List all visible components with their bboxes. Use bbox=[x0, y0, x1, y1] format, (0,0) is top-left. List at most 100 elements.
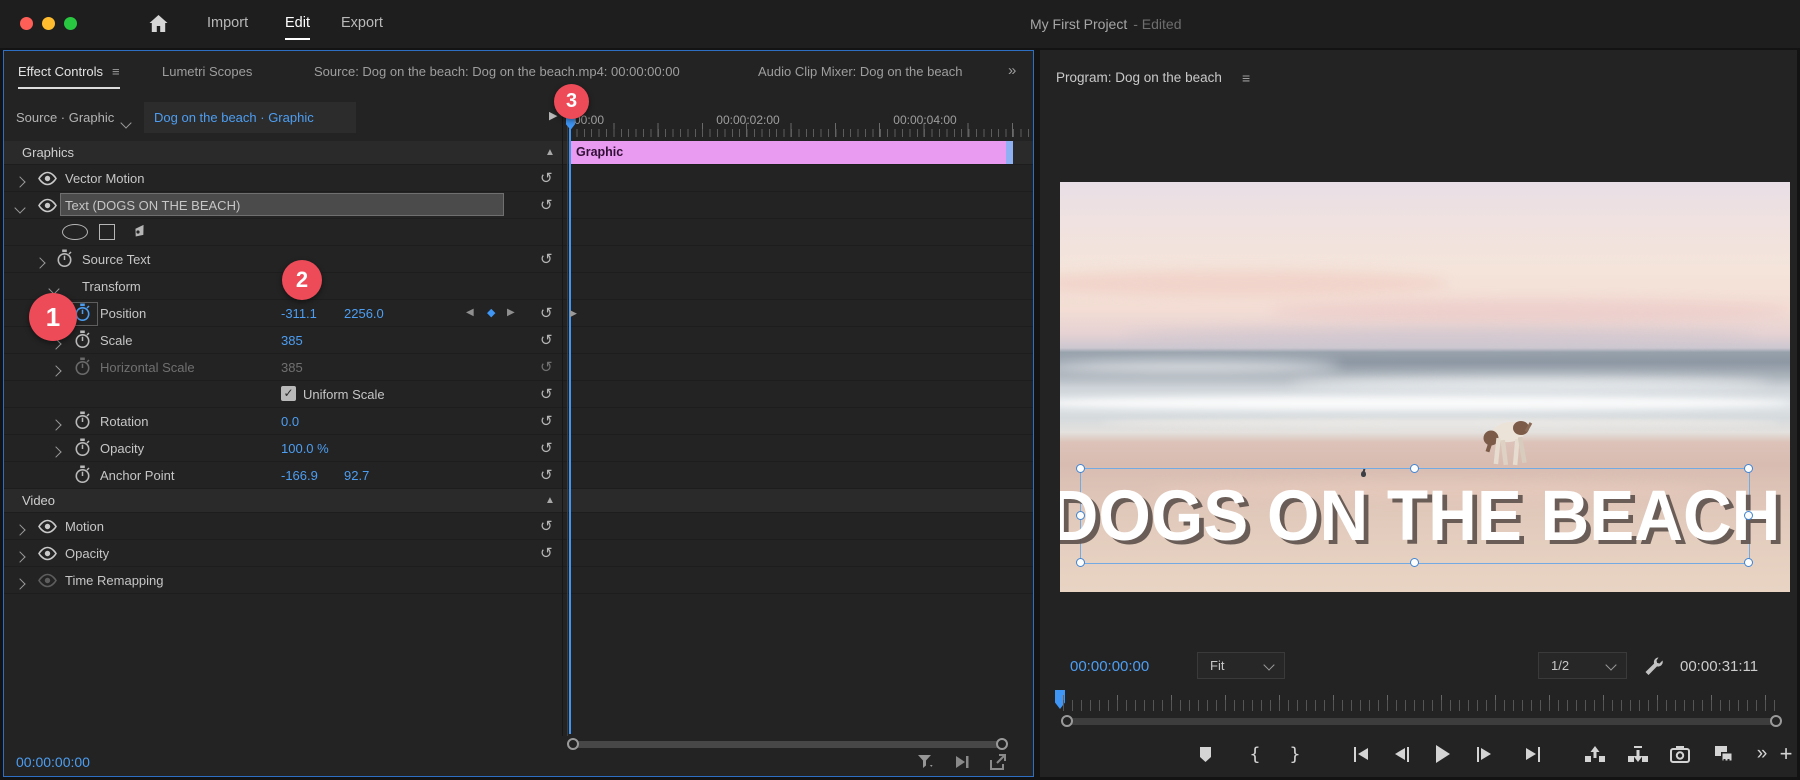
stopwatch-icon[interactable] bbox=[56, 249, 73, 274]
reset-parameter-icon[interactable]: ↺ bbox=[540, 169, 553, 187]
add-button-button[interactable]: + bbox=[1774, 742, 1798, 766]
expander-icon[interactable] bbox=[16, 540, 24, 558]
reset-parameter-icon[interactable]: ↺ bbox=[540, 385, 553, 403]
eye-visibility-toggle-icon[interactable] bbox=[37, 519, 58, 539]
reset-parameter-icon[interactable]: ↺ bbox=[540, 544, 553, 562]
eye-visibility-toggle-icon[interactable] bbox=[37, 171, 58, 191]
reset-parameter-icon[interactable]: ↺ bbox=[540, 304, 553, 322]
export-frame-button[interactable] bbox=[1668, 742, 1692, 766]
program-monitor-title[interactable]: Program: Dog on the beach bbox=[1056, 70, 1222, 85]
stopwatch-icon[interactable] bbox=[74, 438, 91, 463]
play-in-to-out-icon[interactable] bbox=[952, 752, 972, 772]
property-value[interactable]: 0.0 bbox=[281, 414, 299, 429]
property-value[interactable]: 385 bbox=[281, 333, 303, 348]
effect-controls-timecode[interactable]: 00:00:00:00 bbox=[16, 754, 90, 770]
selection-handle[interactable] bbox=[1410, 464, 1419, 473]
extract-button[interactable] bbox=[1626, 742, 1650, 766]
eye-visibility-toggle-icon[interactable] bbox=[37, 573, 58, 593]
panel-menu-icon[interactable]: ≡ bbox=[1242, 70, 1250, 86]
comparison-view-button[interactable] bbox=[1712, 742, 1736, 766]
stopwatch-icon[interactable] bbox=[74, 465, 91, 490]
panel-menu-icon[interactable]: ≡ bbox=[112, 64, 120, 79]
keyframe-marker-icon[interactable]: ▶ bbox=[570, 308, 577, 319]
pen-tool-icon[interactable] bbox=[128, 222, 148, 247]
graphic-clip-bar[interactable]: Graphic bbox=[569, 141, 1009, 164]
property-value[interactable]: 100.0 % bbox=[281, 441, 329, 456]
program-timecode[interactable]: 00:00:00:00 bbox=[1070, 658, 1149, 675]
zoombar-left-handle[interactable] bbox=[1061, 715, 1073, 727]
go-to-out-button[interactable] bbox=[1522, 742, 1546, 766]
property-value[interactable]: -311.1 bbox=[281, 306, 317, 321]
selection-handle[interactable] bbox=[1076, 511, 1085, 520]
close-window-button[interactable] bbox=[20, 17, 33, 30]
zoom-level-dropdown[interactable]: Fit bbox=[1197, 652, 1285, 679]
playback-resolution-dropdown[interactable]: 1/2 bbox=[1538, 652, 1627, 679]
minimize-window-button[interactable] bbox=[42, 17, 55, 30]
stopwatch-icon[interactable] bbox=[74, 330, 91, 355]
export-frame-small-icon[interactable] bbox=[988, 752, 1008, 772]
reset-parameter-icon[interactable]: ↺ bbox=[540, 196, 553, 214]
target-clip-link[interactable]: Dog on the beach · Graphic bbox=[154, 110, 314, 125]
uniform-scale-checkbox[interactable]: ✓ bbox=[281, 386, 296, 401]
expander-icon[interactable] bbox=[16, 513, 24, 531]
chevron-down-icon[interactable] bbox=[120, 117, 131, 128]
step-back-button[interactable] bbox=[1391, 742, 1415, 766]
eye-visibility-toggle-icon[interactable] bbox=[37, 198, 58, 218]
stopwatch-icon[interactable] bbox=[74, 411, 91, 436]
reset-parameter-icon[interactable]: ↺ bbox=[540, 466, 553, 484]
property-value[interactable]: 2256.0 bbox=[344, 306, 384, 321]
reset-parameter-icon[interactable]: ↺ bbox=[540, 412, 553, 430]
scrollbar-left-handle[interactable] bbox=[567, 738, 579, 750]
ellipse-tool-icon[interactable] bbox=[62, 224, 88, 240]
panel-tab-effect-controls[interactable]: Effect Controls≡ bbox=[18, 64, 120, 79]
rectangle-tool-icon[interactable] bbox=[99, 224, 115, 240]
expander-icon[interactable] bbox=[50, 273, 58, 291]
scrollbar-right-handle[interactable] bbox=[996, 738, 1008, 750]
text-selection-box[interactable]: DOGS ON THE BEACH bbox=[1080, 468, 1750, 564]
tab-edit[interactable]: Edit bbox=[285, 15, 310, 31]
source-graphic-label[interactable]: Source · Graphic bbox=[16, 110, 114, 125]
program-zoom-scrollbar[interactable] bbox=[1063, 718, 1780, 725]
expander-icon[interactable] bbox=[16, 567, 24, 585]
lift-button[interactable] bbox=[1583, 742, 1607, 766]
selection-handle[interactable] bbox=[1076, 464, 1085, 473]
settings-wrench-icon[interactable] bbox=[1642, 655, 1664, 682]
program-ruler[interactable] bbox=[1063, 700, 1780, 711]
reset-parameter-icon[interactable]: ↺ bbox=[540, 517, 553, 535]
selection-handle[interactable] bbox=[1744, 464, 1753, 473]
next-keyframe-icon[interactable]: ▶ bbox=[507, 307, 515, 318]
expander-icon[interactable] bbox=[52, 354, 60, 372]
reset-parameter-icon[interactable]: ↺ bbox=[540, 250, 553, 268]
selection-handle[interactable] bbox=[1744, 558, 1753, 567]
eye-visibility-toggle-icon[interactable] bbox=[37, 546, 58, 566]
reset-parameter-icon[interactable]: ↺ bbox=[540, 358, 553, 376]
expander-icon[interactable] bbox=[52, 408, 60, 426]
panel-tab-source[interactable]: Source: Dog on the beach: Dog on the bea… bbox=[314, 64, 680, 79]
reset-parameter-icon[interactable]: ↺ bbox=[540, 439, 553, 457]
clip-out-point[interactable] bbox=[1006, 141, 1013, 164]
expander-icon[interactable] bbox=[16, 165, 24, 183]
step-forward-button[interactable] bbox=[1471, 742, 1495, 766]
selection-handle[interactable] bbox=[1744, 511, 1753, 520]
previous-keyframe-icon[interactable]: ◀ bbox=[466, 307, 474, 318]
tab-import[interactable]: Import bbox=[207, 15, 248, 31]
more-button[interactable]: » bbox=[1750, 742, 1774, 766]
mark-in-button[interactable]: { bbox=[1243, 742, 1267, 766]
property-value[interactable]: -166.9 bbox=[281, 468, 318, 483]
tab-export[interactable]: Export bbox=[341, 15, 383, 31]
reset-parameter-icon[interactable]: ↺ bbox=[540, 331, 553, 349]
maximize-window-button[interactable] bbox=[64, 17, 77, 30]
timeline-horizontal-scrollbar[interactable] bbox=[569, 741, 1006, 748]
tab-overflow-chevron-icon[interactable]: » bbox=[1008, 62, 1014, 79]
expander-icon[interactable] bbox=[52, 435, 60, 453]
panel-tab-audio-clip-mixer[interactable]: Audio Clip Mixer: Dog on the beach bbox=[758, 64, 963, 79]
home-icon[interactable] bbox=[148, 14, 169, 38]
mark-out-button[interactable]: } bbox=[1283, 742, 1307, 766]
expander-icon[interactable] bbox=[36, 246, 44, 264]
play-button[interactable] bbox=[1431, 742, 1455, 766]
title-overlay-text[interactable]: DOGS ON THE BEACH bbox=[1098, 469, 1733, 563]
expander-icon[interactable] bbox=[16, 192, 24, 210]
selection-handle[interactable] bbox=[1410, 558, 1419, 567]
zoombar-right-handle[interactable] bbox=[1770, 715, 1782, 727]
add-remove-keyframe-icon[interactable]: ◆ bbox=[487, 306, 495, 319]
